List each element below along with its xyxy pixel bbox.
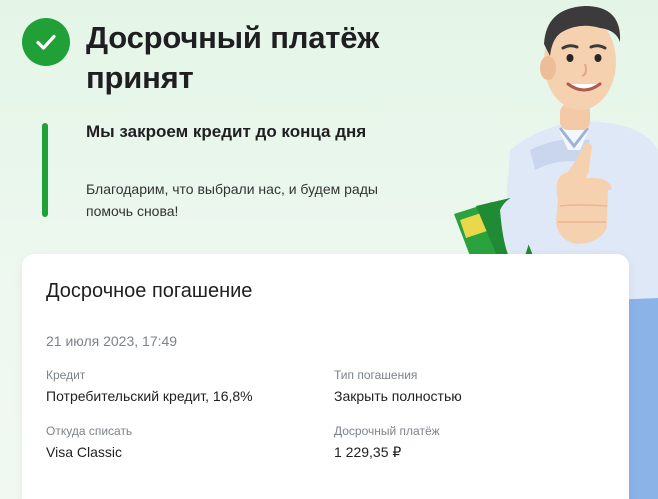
repayment-type-value: Закрыть полностью — [334, 388, 462, 404]
payment-amount-value: 1 229,35 ₽ — [334, 444, 402, 460]
check-icon — [36, 34, 56, 50]
payment-datetime: 21 июля 2023, 17:49 — [46, 333, 178, 349]
payment-amount-label: Досрочный платёж — [334, 424, 440, 438]
repayment-type-label: Тип погашения — [334, 368, 418, 382]
message-title: Мы закроем кредит до конца дня — [86, 122, 367, 141]
source-account-label: Откуда списать — [46, 424, 133, 438]
success-check-badge — [22, 18, 70, 66]
card-title: Досрочное погашение — [46, 280, 253, 302]
message-accent-bar — [42, 123, 48, 217]
page-title: Досрочный платёж принят — [86, 20, 380, 95]
message-text: Благодарим, что выбрали нас, и будем рад… — [86, 181, 378, 219]
payment-details-card: Досрочное погашение 21 июля 2023, 17:49 … — [22, 254, 629, 499]
credit-label: Кредит — [46, 368, 86, 382]
source-account-value: Visa Classic — [46, 444, 122, 460]
credit-value: Потребительский кредит, 16,8% — [46, 388, 253, 404]
